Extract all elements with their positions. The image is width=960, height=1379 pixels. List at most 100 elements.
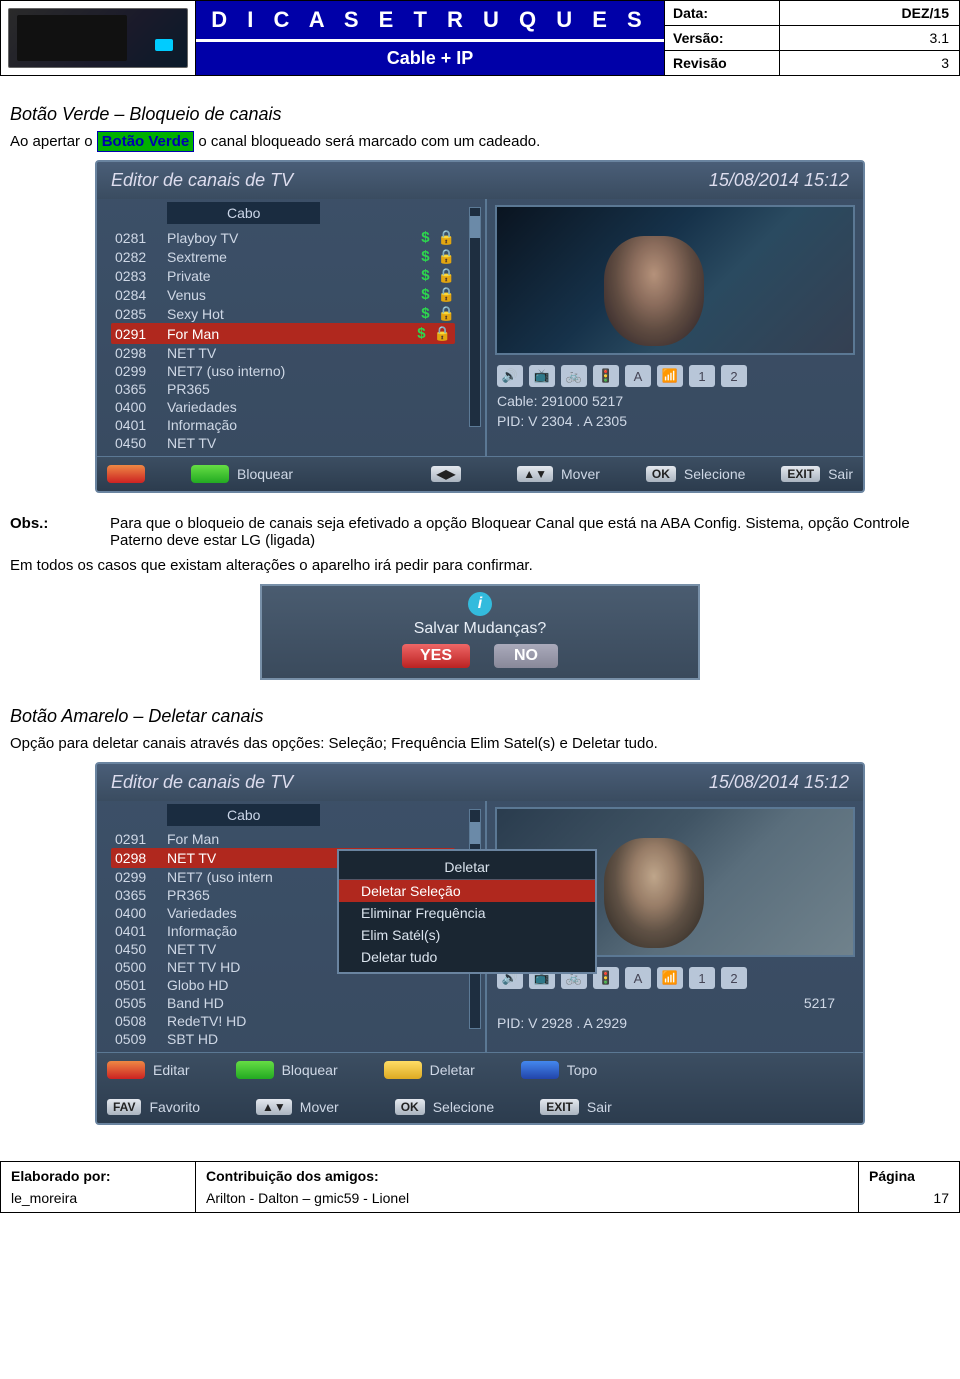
confirm-dialog: i Salvar Mudanças? YES NO [260, 584, 700, 680]
section-text-yellow: Opção para deletar canais através das op… [10, 735, 950, 752]
header-mid: D I C A S E T R U Q U E S Cable + IP [196, 1, 664, 75]
channel-row[interactable]: 0298NET TV [115, 344, 455, 362]
tv-title: Editor de canais de TV [111, 170, 293, 191]
section-heading-green: Botão Verde – Bloqueio de canais [10, 104, 950, 125]
channel-row[interactable]: 0285Sexy Hot$🔒 [115, 304, 455, 323]
bike-icon[interactable]: 🚲 [561, 365, 587, 387]
green-button-icon[interactable] [236, 1061, 274, 1079]
tv-tab-cabo[interactable]: Cabo [167, 202, 320, 224]
num2-icon[interactable]: 2 [721, 365, 747, 387]
header-info-table: Data: DEZ/15 Versão: 3.1 Revisão 3 [664, 1, 959, 75]
footer-contrib-val: Arilton - Dalton – gmic59 - Lionel [206, 1190, 409, 1206]
num2-icon[interactable]: 2 [721, 967, 747, 989]
updown-key-icon[interactable]: ▲▼ [517, 466, 553, 482]
dialog-no-button[interactable]: NO [494, 644, 558, 668]
delete-menu-item[interactable]: Eliminar Frequência [339, 902, 595, 924]
doc-subtitle: Cable + IP [196, 42, 664, 75]
fav-key-icon[interactable]: FAV [107, 1099, 141, 1115]
num1-icon[interactable]: 1 [689, 365, 715, 387]
traffic-icon[interactable]: 🚦 [593, 365, 619, 387]
ok-key-icon[interactable]: OK [646, 466, 676, 482]
dollar-icon: $ [421, 286, 429, 303]
channel-row[interactable]: 0284Venus$🔒 [115, 285, 455, 304]
info-label-revisao: Revisão [665, 51, 780, 75]
lock-icon: 🔒 [434, 325, 451, 342]
info-val-data: DEZ/15 [780, 1, 959, 25]
channel-row[interactable]: 0509SBT HD [115, 1030, 455, 1048]
lock-icon: 🔒 [438, 286, 455, 303]
yellow-button-icon[interactable] [384, 1061, 422, 1079]
blue-button-icon[interactable] [521, 1061, 559, 1079]
channel-row[interactable]: 0505Band HD [115, 994, 455, 1012]
cable-info: Cable: 291000 5217 [495, 391, 855, 411]
signal-icon[interactable]: 📶 [657, 967, 683, 989]
delete-menu-item[interactable]: Deletar Seleção [339, 880, 595, 902]
lock-icon: 🔒 [438, 229, 455, 246]
ok-key-icon-2[interactable]: OK [395, 1099, 425, 1115]
red-label: Editar [153, 1062, 190, 1078]
channel-row[interactable]: 0283Private$🔒 [115, 266, 455, 285]
doc-title: D I C A S E T R U Q U E S [196, 1, 664, 39]
channel-scrollbar[interactable] [469, 207, 481, 427]
exit-key-icon-2[interactable]: EXIT [540, 1099, 579, 1115]
info-icon: i [468, 592, 492, 616]
red-button-icon[interactable] [107, 1061, 145, 1079]
a-icon[interactable]: A [625, 365, 651, 387]
mover-label-2: Mover [300, 1099, 339, 1115]
channel-row[interactable]: 0501Globo HD [115, 976, 455, 994]
obs-text: Para que o bloqueio de canais seja efeti… [110, 515, 950, 549]
fav-label: Favorito [149, 1099, 200, 1115]
info-label-versao: Versão: [665, 26, 780, 50]
delete-menu[interactable]: DeletarDeletar SeleçãoEliminar Frequênci… [337, 849, 597, 974]
delete-menu-item[interactable]: Elim Satél(s) [339, 924, 595, 946]
pid-info-2: PID: V 2928 . A 2929 [495, 1013, 855, 1033]
tv-datetime: 15/08/2014 15:12 [709, 170, 849, 191]
delete-menu-item[interactable]: Deletar tudo [339, 946, 595, 968]
dialog-yes-button[interactable]: YES [402, 644, 470, 668]
channel-row[interactable]: 0450NET TV [115, 434, 455, 452]
ok-label: Selecione [684, 466, 746, 482]
green-label: Bloquear [237, 466, 293, 482]
dollar-icon: $ [421, 267, 429, 284]
info-icon[interactable]: 📺 [529, 365, 555, 387]
tv-datetime-2: 15/08/2014 15:12 [709, 772, 849, 793]
footer-elab-val: le_moreira [11, 1190, 77, 1206]
dollar-icon: $ [421, 229, 429, 246]
exit-key-icon[interactable]: EXIT [781, 466, 820, 482]
info-label-data: Data: [665, 1, 780, 25]
a-icon[interactable]: A [625, 967, 651, 989]
obs-label: Obs.: [10, 515, 80, 549]
channel-row[interactable]: 0299NET7 (uso interno) [115, 362, 455, 380]
lock-icon: 🔒 [438, 305, 455, 322]
exit-label: Sair [828, 466, 853, 482]
tv-title-2: Editor de canais de TV [111, 772, 293, 793]
dialog-question: Salvar Mudanças? [262, 620, 698, 638]
footer-page-num: 17 [869, 1190, 949, 1206]
red-button-icon[interactable] [107, 465, 145, 483]
channel-row[interactable]: 0291For Man$🔒 [111, 323, 455, 344]
preview-icon-bar: 🔊 📺 🚲 🚦 A 📶 1 2 [495, 361, 855, 391]
channel-row[interactable]: 0281Playboy TV$🔒 [115, 228, 455, 247]
obs-block: Obs.: Para que o bloqueio de canais seja… [10, 515, 950, 549]
channel-row[interactable]: 0365PR365 [115, 380, 455, 398]
vol-icon[interactable]: 🔊 [497, 365, 523, 387]
tv-screenshot-2: Editor de canais de TV 15/08/2014 15:12 … [95, 762, 865, 1125]
signal-icon[interactable]: 📶 [657, 365, 683, 387]
arrow-key-icon[interactable]: ◀▶ [431, 466, 461, 482]
num1-icon[interactable]: 1 [689, 967, 715, 989]
channel-row[interactable]: 0291For Man [115, 830, 455, 848]
tv-screenshot-1: Editor de canais de TV 15/08/2014 15:12 … [95, 160, 865, 493]
page-footer: Elaborado por: le_moreira Contribuição d… [0, 1161, 960, 1213]
updown-key-icon-2[interactable]: ▲▼ [256, 1099, 292, 1115]
channel-row[interactable]: 0282Sextreme$🔒 [115, 247, 455, 266]
channel-row[interactable]: 0401Informação [115, 416, 455, 434]
tv-tab-cabo-2[interactable]: Cabo [167, 804, 320, 826]
green-button-icon[interactable] [191, 465, 229, 483]
green-label-2: Bloquear [282, 1062, 338, 1078]
lock-icon: 🔒 [438, 248, 455, 265]
mover-label: Mover [561, 466, 600, 482]
section-heading-yellow: Botão Amarelo – Deletar canais [10, 706, 950, 727]
channel-row[interactable]: 0508RedeTV! HD [115, 1012, 455, 1030]
channel-row[interactable]: 0400Variedades [115, 398, 455, 416]
obs-after: Em todos os casos que existam alterações… [10, 557, 950, 574]
